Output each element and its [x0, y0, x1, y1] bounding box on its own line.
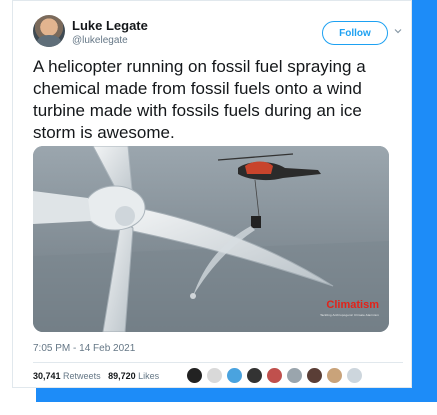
avatar-light-8[interactable] [346, 367, 363, 384]
chevron-down-icon[interactable] [393, 26, 403, 36]
divider [33, 362, 403, 363]
avatar-gray-5[interactable] [286, 367, 303, 384]
tweet-text: A helicopter running on fossil fuel spra… [33, 57, 366, 142]
avatar-black-circle-0[interactable] [186, 367, 203, 384]
follow-button[interactable]: Follow [322, 21, 388, 45]
tweet-image[interactable]: Climatism Tackling Anthropogenic Climate… [33, 146, 389, 332]
author-avatar[interactable] [33, 15, 65, 47]
likes-stat[interactable]: 89,720 Likes [108, 371, 159, 381]
tweet-card: Luke Legate @lukelegate Follow A helicop… [12, 0, 412, 388]
retweets-stat[interactable]: 30,741 Retweets [33, 371, 101, 381]
likes-label: Likes [138, 371, 160, 381]
avatar-blue-2[interactable] [226, 367, 243, 384]
media-watermark: Climatism [326, 299, 379, 311]
tweet-timestamp[interactable]: 7:05 PM - 14 Feb 2021 [33, 343, 135, 354]
author-name[interactable]: Luke Legate [72, 18, 148, 33]
likes-count: 89,720 [108, 371, 136, 381]
engagement-stats: 30,741 Retweets 89,720 Likes [33, 371, 159, 381]
avatar-dark-6[interactable] [306, 367, 323, 384]
avatar-figure-1[interactable] [206, 367, 223, 384]
avatar-sand-7[interactable] [326, 367, 343, 384]
avatar-bird-3[interactable] [246, 367, 263, 384]
avatar-person-4[interactable] [266, 367, 283, 384]
retweets-count: 30,741 [33, 371, 61, 381]
media-watermark-subtitle: Tackling Anthropogenic Climate Alarmism [320, 313, 379, 317]
liker-avatars [186, 367, 363, 384]
retweets-label: Retweets [63, 371, 101, 381]
author-handle[interactable]: @lukelegate [72, 35, 128, 46]
